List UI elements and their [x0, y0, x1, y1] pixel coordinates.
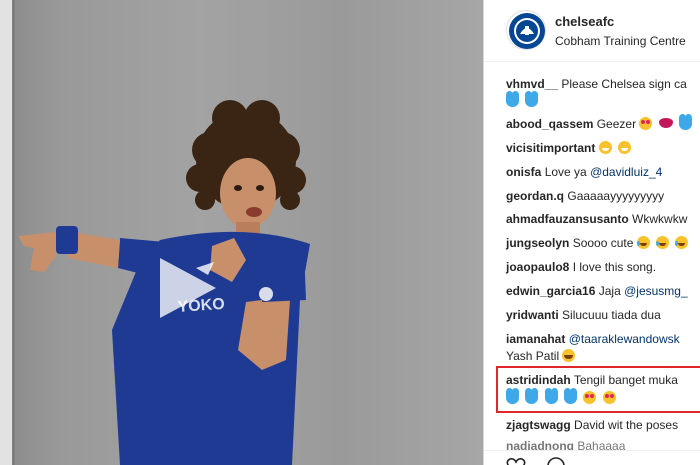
comment-user[interactable]: iamanahat [506, 332, 565, 346]
comment-user[interactable]: jungseolyn [506, 236, 569, 250]
post-header: chelseafc Cobham Training Centre [484, 0, 700, 62]
comment: jungseolyn Soooo cute [506, 235, 700, 252]
comment-user[interactable]: vicisitimportant [506, 141, 595, 155]
comment-user[interactable]: yridwanti [506, 308, 559, 322]
post-location[interactable]: Cobham Training Centre [555, 34, 686, 48]
comment-text: Yash Patil [506, 349, 560, 363]
blue-heart-icon [679, 114, 693, 130]
comment-user[interactable]: vhmvd__ [506, 77, 558, 91]
chelsea-crest-icon[interactable] [506, 10, 546, 50]
comment-mention[interactable]: @taaraklewandowsk [569, 332, 680, 346]
comment-mention[interactable]: @jesusmg_ [624, 284, 688, 298]
comment-text: Love ya [544, 165, 587, 179]
tears-of-joy-icon [636, 236, 650, 249]
comment-mention[interactable]: @davidluiz_4 [590, 165, 662, 179]
comment-text: David wit the poses [574, 418, 679, 432]
comment: onisfa Love ya @davidluiz_4 [506, 164, 700, 181]
comment: iamanahat @taaraklewandowsk [506, 331, 700, 348]
blue-heart-icon [525, 91, 539, 107]
grin-icon [598, 141, 612, 154]
lips-icon [658, 118, 673, 128]
comment: abood_qassem Geezer [506, 114, 700, 133]
comment-text: Silucuuu tiada dua [562, 308, 661, 322]
laughing-icon [562, 349, 576, 362]
comment-emojis [506, 91, 700, 110]
comment-text: Please Chelsea sign ca [561, 77, 687, 91]
comment: joaopaulo8 I love this song. [506, 259, 700, 276]
video-player[interactable]: YOKO [0, 0, 483, 465]
comment-continued: Yash Patil [506, 348, 700, 365]
comment: geordan.q Gaaaaayyyyyyyyy [506, 188, 700, 205]
comment-text: Soooo cute [572, 236, 634, 250]
comment-user[interactable]: joaopaulo8 [506, 260, 569, 274]
post-username[interactable]: chelseafc [555, 14, 614, 29]
play-icon[interactable] [156, 256, 218, 320]
comment-text: I love this song. [572, 260, 657, 274]
comment-text: Wkwkwkw [632, 212, 688, 226]
comment: yridwanti Silucuuu tiada dua [506, 307, 700, 324]
video-frame: YOKO [0, 0, 310, 465]
comment: zjagtswagg David wit the poses [506, 417, 700, 434]
comment-user[interactable]: onisfa [506, 165, 541, 179]
heart-eyes-icon [639, 117, 653, 130]
comment-text: Gaaaaayyyyyyyyy [567, 189, 665, 203]
comment-user[interactable]: zjagtswagg [506, 418, 571, 432]
like-heart-icon[interactable] [506, 456, 526, 465]
highlight-box [496, 366, 700, 413]
tears-of-joy-icon [675, 236, 689, 249]
comment: ahmadfauzansusanto Wkwkwkw [506, 211, 700, 228]
comment-bubble-icon[interactable] [546, 456, 566, 465]
tears-of-joy-icon [656, 236, 670, 249]
comment: vicisitimportant [506, 140, 700, 157]
comment-user[interactable]: edwin_garcia16 [506, 284, 595, 298]
comment-user[interactable]: abood_qassem [506, 117, 593, 131]
comment-user[interactable]: geordan.q [506, 189, 564, 203]
comment: edwin_garcia16 Jaja @jesusmg_ [506, 283, 700, 300]
grin-icon [618, 141, 632, 154]
comment-text: Jaja [598, 284, 621, 298]
comment-text: Geezer [596, 117, 637, 131]
comment-user[interactable]: ahmadfauzansusanto [506, 212, 629, 226]
blue-heart-icon [506, 91, 519, 107]
